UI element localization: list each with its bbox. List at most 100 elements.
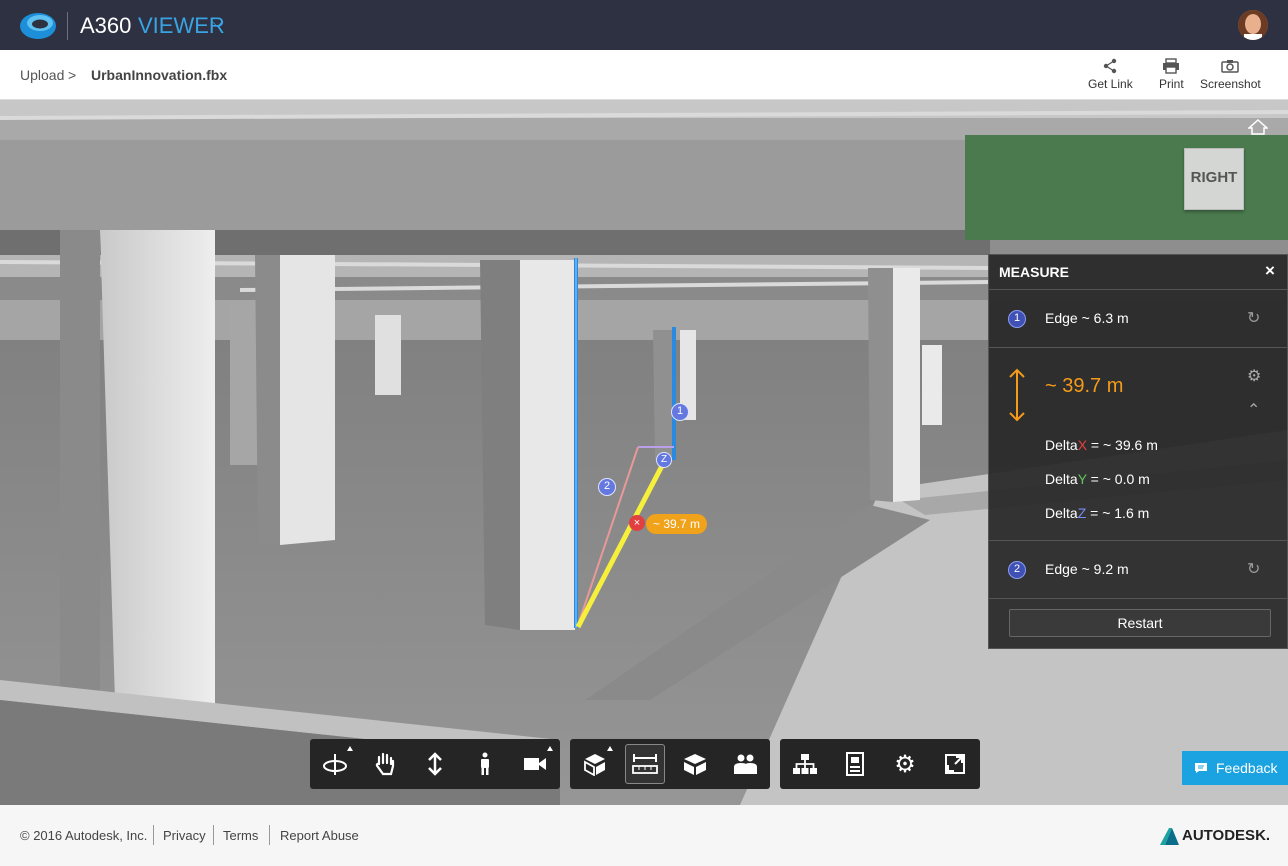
zoom-button[interactable] bbox=[415, 744, 455, 784]
measure-icon bbox=[632, 754, 658, 774]
distance-label: ~ 39.7 m bbox=[646, 514, 708, 534]
privacy-link[interactable]: Privacy bbox=[163, 828, 206, 843]
breadcrumb-upload[interactable]: Upload bbox=[20, 67, 64, 83]
delta-z-prefix: Delta bbox=[1045, 505, 1078, 521]
view-cube[interactable]: RIGHT bbox=[1184, 148, 1244, 210]
user-avatar[interactable] bbox=[1238, 10, 1268, 40]
chevron-up-icon[interactable]: ⌃ bbox=[1247, 400, 1260, 420]
autodesk-logo: AUTODESK. bbox=[1160, 827, 1271, 845]
print-label: Print bbox=[1159, 77, 1184, 91]
get-link-label: Get Link bbox=[1088, 77, 1133, 91]
measure-title: MEASURE bbox=[999, 264, 1070, 280]
autodesk-a360-logo[interactable] bbox=[18, 9, 58, 42]
first-person-button[interactable] bbox=[465, 744, 505, 784]
z-marker: Z bbox=[656, 452, 672, 468]
measure-panel: MEASURE × 1 Edge ~ 6.3 m ↻ ~ 39.7 m ⚙ ⌃ … bbox=[988, 254, 1288, 649]
edge-2-badge: 2 bbox=[1008, 561, 1026, 579]
delta-x: DeltaX = ~ 39.6 m bbox=[1045, 437, 1158, 453]
camera-icon bbox=[524, 758, 546, 770]
camera-button[interactable] bbox=[515, 744, 555, 784]
structure-button[interactable] bbox=[785, 744, 825, 784]
modeling-toolbar bbox=[570, 739, 770, 789]
zoom-icon bbox=[428, 752, 442, 776]
edge-2-row[interactable]: 2 Edge ~ 9.2 m ↻ bbox=[989, 540, 1288, 598]
model-browser-icon bbox=[734, 754, 757, 774]
delta-z-value: = ~ 1.6 m bbox=[1086, 505, 1150, 521]
edge-2-marker[interactable]: 2 bbox=[598, 478, 616, 496]
settings-toolbar: ⚙ bbox=[780, 739, 980, 789]
fullscreen-button[interactable] bbox=[935, 744, 975, 784]
gear-icon[interactable]: ⚙ bbox=[1247, 366, 1261, 386]
delta-y-axis: Y bbox=[1077, 471, 1087, 487]
restart-button[interactable]: Restart bbox=[1009, 609, 1271, 637]
first-person-icon bbox=[481, 752, 489, 775]
feedback-icon bbox=[1195, 763, 1207, 773]
feedback-label: Feedback bbox=[1216, 760, 1278, 776]
reset-edge-1-icon[interactable]: ↻ bbox=[1247, 308, 1260, 328]
copyright: © 2016 Autodesk, Inc. bbox=[20, 828, 148, 843]
footer-separator bbox=[269, 825, 270, 845]
sub-header: Upload > UrbanInnovation.fbx Get Link Pr… bbox=[0, 50, 1288, 100]
3d-viewport[interactable]: 1 2 Z × ~ 39.7 m RIGHT MEASURE × 1 Edge … bbox=[0, 100, 1288, 805]
delta-y-prefix: Delta bbox=[1045, 471, 1078, 487]
edge-1-row[interactable]: 1 Edge ~ 6.3 m ↻ bbox=[989, 289, 1288, 347]
print-button[interactable]: Print bbox=[1159, 58, 1184, 91]
chevron-down-icon[interactable]: ⌵ bbox=[212, 14, 223, 31]
gear-icon: ⚙ bbox=[894, 750, 916, 778]
edge-1-marker[interactable]: 1 bbox=[671, 403, 689, 421]
footer: © 2016 Autodesk, Inc. Privacy Terms Repo… bbox=[0, 805, 1288, 866]
camera-icon bbox=[1221, 60, 1240, 73]
orbit-icon bbox=[323, 754, 347, 775]
delta-x-value: = ~ 39.6 m bbox=[1087, 437, 1158, 453]
view-cube-face: RIGHT bbox=[1190, 169, 1238, 186]
orbit-button[interactable] bbox=[315, 744, 355, 784]
header-divider bbox=[67, 12, 68, 40]
delta-y: DeltaY = ~ 0.0 m bbox=[1045, 471, 1150, 487]
app-name: A360 bbox=[80, 13, 132, 38]
structure-icon bbox=[793, 754, 817, 774]
autodesk-brand: AUTODESK. bbox=[1182, 827, 1271, 844]
delta-x-prefix: Delta bbox=[1045, 437, 1078, 453]
footer-separator bbox=[153, 825, 154, 845]
autodesk-logo-icon bbox=[1160, 828, 1179, 845]
edge-1-label: Edge ~ 6.3 m bbox=[1045, 310, 1129, 326]
delta-z-axis: Z bbox=[1077, 505, 1087, 521]
breadcrumb-separator: > bbox=[68, 67, 77, 83]
feedback-button[interactable]: Feedback bbox=[1182, 751, 1288, 785]
delta-z: DeltaZ = ~ 1.6 m bbox=[1045, 505, 1149, 521]
section-icon bbox=[684, 754, 706, 775]
properties-button[interactable] bbox=[835, 744, 875, 784]
result-section: ~ 39.7 m ⚙ ⌃ DeltaX = ~ 39.6 m DeltaY = … bbox=[989, 347, 1288, 540]
home-icon[interactable] bbox=[1248, 119, 1268, 135]
restart-divider bbox=[989, 598, 1288, 599]
delete-measure-icon[interactable]: × bbox=[629, 515, 645, 531]
edge-2-label: Edge ~ 9.2 m bbox=[1045, 561, 1129, 577]
navigation-toolbar bbox=[310, 739, 560, 789]
pan-button[interactable] bbox=[365, 744, 405, 784]
vertical-distance-icon bbox=[1009, 368, 1025, 422]
screenshot-button[interactable]: Screenshot bbox=[1200, 58, 1261, 91]
explode-icon bbox=[584, 754, 605, 776]
settings-button[interactable]: ⚙ bbox=[885, 744, 925, 784]
top-bar: A360 VIEWER ⌵ bbox=[0, 0, 1288, 50]
get-link-button[interactable]: Get Link bbox=[1088, 58, 1133, 91]
report-abuse-link[interactable]: Report Abuse bbox=[280, 828, 359, 843]
terms-link[interactable]: Terms bbox=[223, 828, 258, 843]
footer-separator bbox=[213, 825, 214, 845]
explode-button[interactable] bbox=[575, 744, 615, 784]
breadcrumb-file: UrbanInnovation.fbx bbox=[91, 67, 228, 83]
pan-icon bbox=[375, 752, 395, 776]
properties-icon bbox=[846, 752, 864, 776]
edge-1-badge: 1 bbox=[1008, 310, 1026, 328]
model-browser-button[interactable] bbox=[725, 744, 765, 784]
section-button[interactable] bbox=[675, 744, 715, 784]
delta-x-axis: X bbox=[1077, 437, 1088, 453]
measure-result: ~ 39.7 m bbox=[1045, 375, 1124, 397]
delta-y-value: = ~ 0.0 m bbox=[1086, 471, 1150, 487]
print-icon bbox=[1163, 58, 1180, 74]
fullscreen-icon bbox=[945, 754, 965, 774]
screenshot-label: Screenshot bbox=[1200, 77, 1261, 91]
measure-button[interactable] bbox=[625, 744, 665, 784]
close-icon[interactable]: × bbox=[1265, 261, 1275, 281]
reset-edge-2-icon[interactable]: ↻ bbox=[1247, 559, 1260, 579]
